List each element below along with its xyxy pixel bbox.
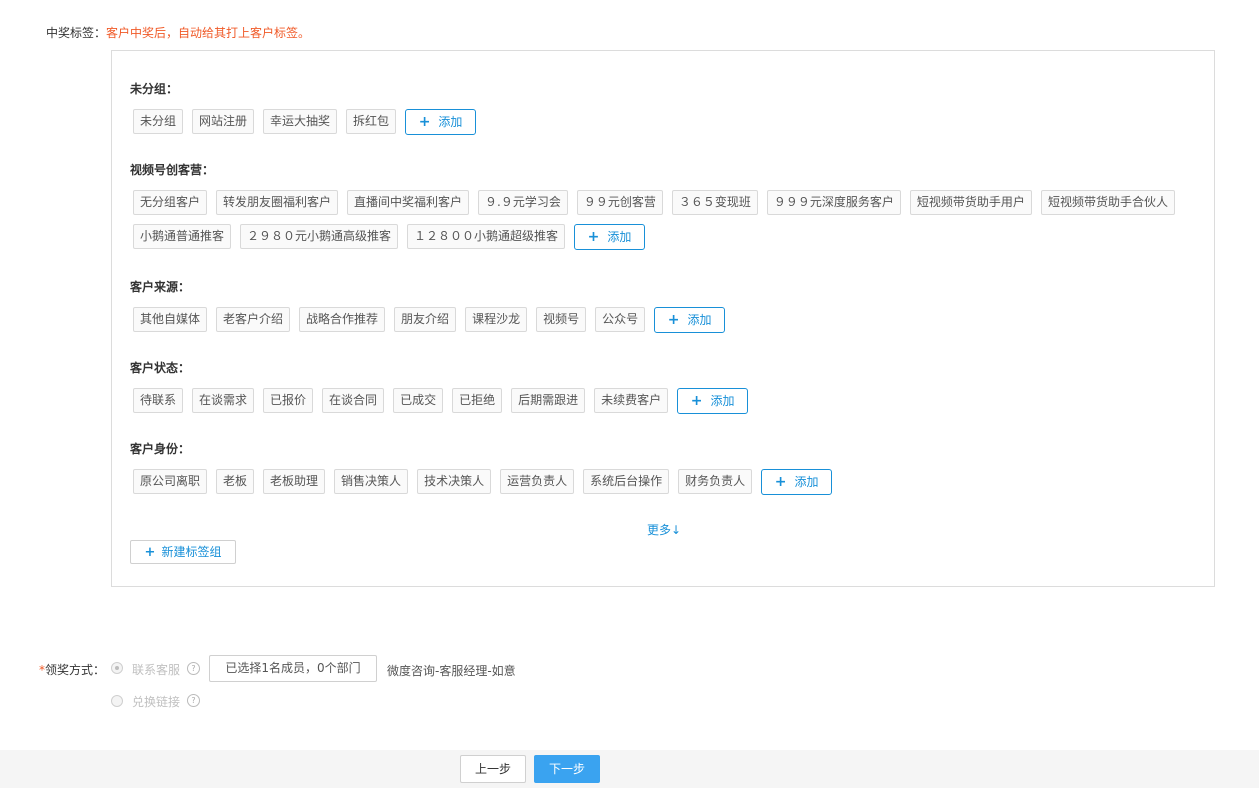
tag-chip[interactable]: 系统后台操作 <box>583 469 670 494</box>
tag-list: 其他自媒体 老客户介绍 战略合作推荐 朋友介绍 课程沙龙 视频号 公众号 + 添加 <box>133 307 1193 333</box>
tag-group-title: 视频号创客营： <box>130 163 215 177</box>
tag-chip[interactable]: 未分组 <box>133 109 184 134</box>
contact-service-label: 联系客服 <box>132 663 181 677</box>
tag-chip[interactable]: １２８００小鹅通超级推客 <box>407 224 566 249</box>
add-tag-label: 添加 <box>438 115 463 129</box>
tag-chip[interactable]: 老客户介绍 <box>216 307 291 332</box>
tag-chip[interactable]: 未续费客户 <box>594 388 669 413</box>
tag-chip[interactable]: ９９元创客营 <box>576 190 663 215</box>
add-tag-button[interactable]: + 添加 <box>761 469 833 495</box>
tag-chip[interactable]: 短视频带货助手用户 <box>909 190 1032 215</box>
tag-chip[interactable]: 财务负责人 <box>678 469 753 494</box>
tag-chip[interactable]: 直播间中奖福利客户 <box>347 190 470 215</box>
tag-chip[interactable]: 其他自媒体 <box>133 307 208 332</box>
tag-chip[interactable]: 公众号 <box>595 307 646 332</box>
member-select-button[interactable]: 已选择1名成员，0个部门 <box>209 655 377 682</box>
prev-step-button[interactable]: 上一步 <box>460 755 526 783</box>
tag-chip[interactable]: ９９９元深度服务客户 <box>766 190 901 215</box>
tag-chip[interactable]: 拆红包 <box>346 109 397 134</box>
tag-chip[interactable]: 战略合作推荐 <box>299 307 386 332</box>
tag-chip[interactable]: 网站注册 <box>192 109 255 134</box>
plus-icon: + <box>144 545 156 560</box>
more-link[interactable]: 更多↓ <box>647 521 681 538</box>
add-tag-label: 添加 <box>607 230 632 244</box>
tag-chip[interactable]: 小鹅通普通推客 <box>133 224 232 249</box>
help-icon[interactable]: ? <box>187 694 200 707</box>
tag-chip[interactable]: 已成交 <box>393 388 444 413</box>
tag-chip[interactable]: 老板助理 <box>263 469 326 494</box>
plus-icon: + <box>774 474 787 490</box>
tag-chip[interactable]: 后期需跟进 <box>511 388 586 413</box>
prize-tag-hint: 客户中奖后，自动给其打上客户标签。 <box>106 26 311 40</box>
tag-chip[interactable]: ９.９元学习会 <box>478 190 568 215</box>
plus-icon: + <box>587 229 600 245</box>
tag-chip[interactable]: 销售决策人 <box>334 469 409 494</box>
claim-method-label: *领奖方式： <box>39 661 105 678</box>
tag-chip[interactable]: 无分组客户 <box>133 190 208 215</box>
tag-chip[interactable]: 老板 <box>216 469 255 494</box>
tag-group-title: 客户身份： <box>130 442 191 456</box>
tag-group-title: 客户状态： <box>130 361 191 375</box>
tag-list: 未分组 网站注册 幸运大抽奖 拆红包 + 添加 <box>133 109 1193 135</box>
tag-chip[interactable]: 在谈需求 <box>192 388 255 413</box>
add-tag-button[interactable]: + 添加 <box>574 224 646 250</box>
exchange-link-radio[interactable] <box>111 695 123 707</box>
plus-icon: + <box>690 393 703 409</box>
tag-chip[interactable]: 短视频带货助手合伙人 <box>1040 190 1175 215</box>
tag-chip[interactable]: 运营负责人 <box>500 469 575 494</box>
tag-chip[interactable]: 待联系 <box>133 388 184 413</box>
add-tag-label: 添加 <box>794 475 819 489</box>
contact-service-radio[interactable] <box>111 662 123 674</box>
exchange-link-label: 兑换链接 <box>132 695 181 709</box>
tag-group-title: 未分组： <box>130 82 179 96</box>
tag-list: 原公司离职 老板 老板助理 销售决策人 技术决策人 运营负责人 系统后台操作 财务负责人 + 添加 <box>133 469 1193 495</box>
add-tag-button[interactable]: + 添加 <box>654 307 726 333</box>
tag-chip[interactable]: ２９８０元小鹅通高级推客 <box>240 224 399 249</box>
tag-chip[interactable]: 已报价 <box>263 388 314 413</box>
tag-chip[interactable]: 技术决策人 <box>417 469 492 494</box>
tag-list: 无分组客户 转发朋友圈福利客户 直播间中奖福利客户 ９.９元学习会 ９９元创客营 ３６５变… <box>133 190 1193 250</box>
tag-chip[interactable]: 转发朋友圈福利客户 <box>216 190 339 215</box>
plus-icon: + <box>418 114 431 130</box>
next-step-button[interactable]: 下一步 <box>534 755 600 783</box>
tag-chip[interactable]: 幸运大抽奖 <box>263 109 338 134</box>
footer-bar <box>0 750 1259 788</box>
tag-chip[interactable]: 朋友介绍 <box>394 307 457 332</box>
help-icon[interactable]: ? <box>187 662 200 675</box>
prize-tag-label-row: 中奖标签：客户中奖后，自动给其打上客户标签。 <box>46 24 310 41</box>
new-tag-group-button[interactable]: + 新建标签组 <box>130 540 236 564</box>
tag-list: 待联系 在谈需求 已报价 在谈合同 已成交 已拒绝 后期需跟进 未续费客户 + 添加 <box>133 388 1193 414</box>
tag-group-title: 客户来源： <box>130 280 191 294</box>
tag-chip[interactable]: 原公司离职 <box>133 469 208 494</box>
prize-tag-label: 中奖标签： <box>46 26 107 40</box>
tag-chip[interactable]: 已拒绝 <box>452 388 503 413</box>
claim-method-text: 领奖方式： <box>45 663 106 677</box>
tag-chip[interactable]: 在谈合同 <box>322 388 385 413</box>
add-tag-label: 添加 <box>687 313 712 327</box>
tag-panel: 未分组： 未分组 网站注册 幸运大抽奖 拆红包 + 添加 视频号创客营： 无分组客户 转发朋友圈福… <box>111 50 1215 587</box>
add-tag-button[interactable]: + 添加 <box>677 388 749 414</box>
add-tag-label: 添加 <box>710 394 735 408</box>
add-tag-button[interactable]: + 添加 <box>405 109 477 135</box>
tag-chip[interactable]: 课程沙龙 <box>465 307 528 332</box>
plus-icon: + <box>667 312 680 328</box>
tag-chip[interactable]: 视频号 <box>536 307 587 332</box>
selected-member-info: 微度咨询-客服经理-如意 <box>387 664 516 678</box>
tag-chip[interactable]: ３６５变现班 <box>671 190 758 215</box>
new-tag-group-label: 新建标签组 <box>161 545 222 559</box>
